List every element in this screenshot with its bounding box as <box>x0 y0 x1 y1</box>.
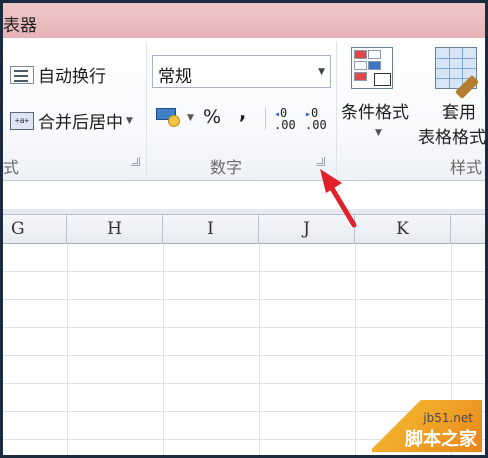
column-header-i[interactable]: I <box>163 215 259 244</box>
formula-bar-area[interactable] <box>3 181 485 211</box>
watermark-url: jb51.net <box>423 411 473 425</box>
annotation-arrow-icon <box>320 169 357 228</box>
table-grid-line <box>436 58 476 59</box>
decrease-decimal-button[interactable]: ▸0 .00 <box>305 107 327 132</box>
group-divider <box>336 42 337 176</box>
blue-cell-icon <box>368 61 381 70</box>
group-divider <box>146 42 147 176</box>
table-grid-line <box>449 48 450 88</box>
grid-line <box>67 244 68 455</box>
blank-cell-icon <box>368 50 381 59</box>
wrap-text-label: 自动换行 <box>38 67 106 87</box>
column-header-h[interactable]: H <box>67 215 163 244</box>
merge-center-icon: +a+ <box>10 111 34 130</box>
column-header-next[interactable] <box>451 215 485 244</box>
table-grid-line <box>436 68 476 69</box>
red-cell-icon <box>354 50 367 59</box>
number-format-value: 常规 <box>158 67 192 87</box>
comma-style-button[interactable]: , <box>239 102 246 124</box>
wrap-text-icon <box>10 65 34 84</box>
grid-line <box>3 299 485 300</box>
increase-decimal-button[interactable]: ◂0 .00 <box>274 107 296 132</box>
column-header-g[interactable]: G <box>3 215 67 244</box>
rules-list-icon <box>374 73 391 86</box>
conditional-formatting-caret-icon[interactable]: ▼ <box>375 128 382 138</box>
window-title: 表器 <box>3 16 37 36</box>
ribbon: 自动换行 +a+ 合并后居中 ▼ 式 常规 ▼ ▼ % , ◂0 .00 ▸0 … <box>3 38 485 181</box>
percent-style-button[interactable]: % <box>203 106 221 128</box>
grid-line <box>163 244 164 455</box>
conditional-formatting-label[interactable]: 条件格式 <box>341 98 409 123</box>
grid-line <box>3 271 485 272</box>
wrap-text-button[interactable]: 自动换行 <box>10 62 106 87</box>
format-as-table-label-line1[interactable]: 套用 <box>442 98 476 123</box>
title-bar: 表器 <box>3 3 485 38</box>
number-format-dropdown[interactable]: 常规 ▼ <box>152 55 331 88</box>
merge-center-button[interactable]: +a+ 合并后居中 ▼ <box>10 108 133 133</box>
conditional-formatting-icon[interactable] <box>351 47 393 89</box>
accounting-dropdown-caret-icon[interactable]: ▼ <box>187 113 194 123</box>
window-frame: 表器 自动换行 +a+ 合并后居中 ▼ 式 常规 ▼ ▼ % , ◂0 .00 … <box>0 0 488 458</box>
red-cell-icon <box>354 72 367 81</box>
blank-cell-icon <box>354 61 367 70</box>
table-grid-line <box>462 48 463 88</box>
column-header-k[interactable]: K <box>355 215 451 244</box>
format-as-table-label-line2[interactable]: 表格格式 <box>418 123 485 148</box>
merge-dropdown-caret-icon[interactable]: ▼ <box>126 116 133 126</box>
coin-icon <box>168 115 180 127</box>
alignment-dialog-launcher-icon[interactable] <box>131 157 140 166</box>
number-group-label: 数字 <box>210 158 243 177</box>
grid-line <box>259 244 260 455</box>
grid-line <box>3 383 485 384</box>
increase-decimal-text: .00 <box>274 118 296 132</box>
grid-line <box>355 244 356 455</box>
watermark-brand: 脚本之家 <box>405 429 477 450</box>
grid-line <box>3 355 485 356</box>
grid-line <box>3 327 485 328</box>
styles-group-label: 样式 <box>450 158 483 177</box>
column-headers: G H I J K <box>3 215 485 244</box>
accounting-format-icon[interactable] <box>156 106 182 127</box>
decrease-decimal-text: .00 <box>305 118 327 132</box>
button-divider <box>265 108 266 130</box>
chevron-down-icon: ▼ <box>318 67 325 77</box>
alignment-group-label: 式 <box>3 158 20 177</box>
merge-center-label: 合并后居中 <box>38 113 123 133</box>
